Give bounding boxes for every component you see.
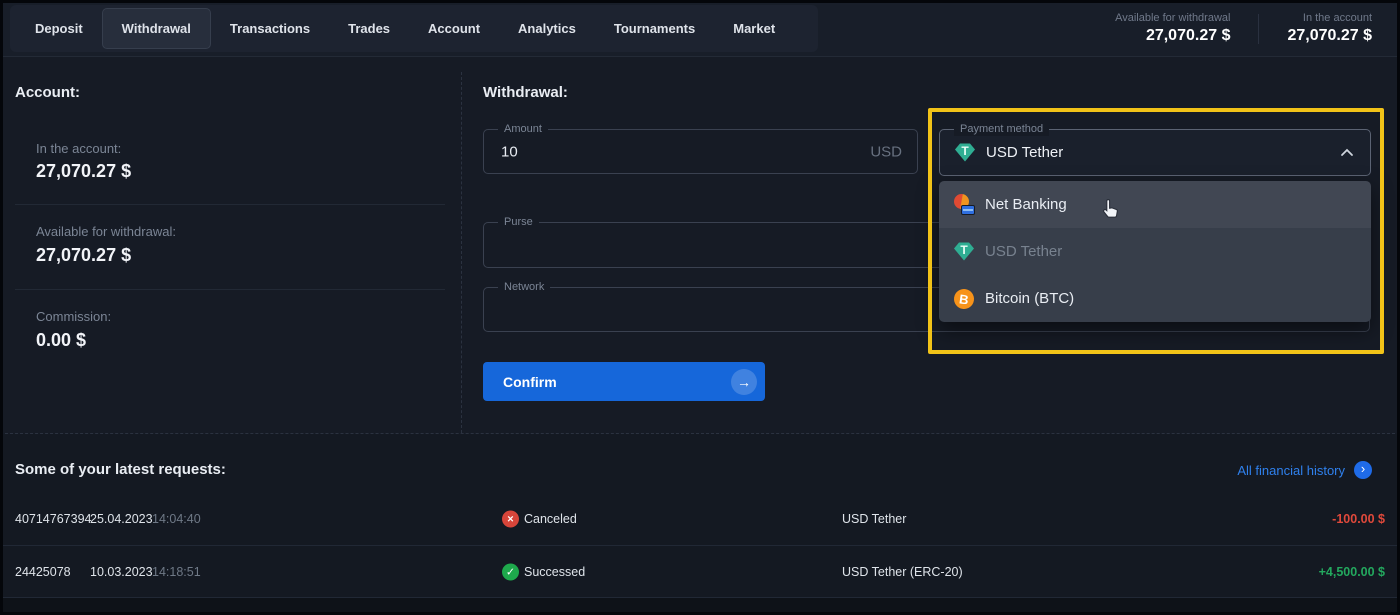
- history-section-title: Some of your latest requests:: [15, 461, 226, 478]
- summary-divider: [1258, 14, 1259, 44]
- payment-method-selected-value: USD Tether: [986, 144, 1063, 161]
- request-id: 24425078: [15, 565, 71, 579]
- request-id: 40714767394: [15, 512, 91, 526]
- request-date: 10.03.2023: [90, 565, 153, 579]
- tab-account[interactable]: Account: [409, 8, 499, 49]
- payment-method-cell: USD Tether: [842, 512, 906, 526]
- account-divider: [15, 204, 445, 205]
- all-financial-history-label: All financial history: [1237, 463, 1345, 478]
- tab-market[interactable]: Market: [714, 8, 794, 49]
- dropdown-option-bitcoin[interactable]: B Bitcoin (BTC): [939, 275, 1371, 322]
- chevron-up-icon[interactable]: [1340, 144, 1354, 162]
- tether-icon: T: [953, 241, 975, 263]
- tab-tournaments[interactable]: Tournaments: [595, 8, 714, 49]
- payment-method-cell: USD Tether (ERC-20): [842, 565, 963, 579]
- main-nav: Deposit Withdrawal Transactions Trades A…: [10, 5, 818, 52]
- amount-currency-label: USD: [870, 143, 902, 160]
- dropdown-option-label: Bitcoin (BTC): [985, 290, 1074, 307]
- amount-field[interactable]: Amount 10 USD: [483, 129, 918, 174]
- available-for-withdrawal-block: Available for withdrawal 27,070.27 $: [1115, 12, 1230, 45]
- dropdown-option-label: USD Tether: [985, 243, 1062, 260]
- purse-field-label: Purse: [498, 216, 539, 229]
- in-account-value: 27,070.27 $: [36, 161, 131, 182]
- bottom-strip: [0, 598, 1400, 615]
- canceled-status-icon: ×: [502, 511, 519, 528]
- available-label: Available for withdrawal:: [36, 224, 176, 239]
- dropdown-option-net-banking[interactable]: Net Banking: [939, 181, 1371, 228]
- confirm-button-label: Confirm: [503, 374, 557, 390]
- confirm-button[interactable]: Confirm →: [483, 362, 765, 401]
- amount-input-value[interactable]: 10: [501, 143, 518, 160]
- status-label: Canceled: [524, 512, 577, 526]
- success-status-icon: ✓: [502, 564, 519, 581]
- payment-method-dropdown: Net Banking T USD Tether B Bitcoin (BTC): [939, 181, 1371, 322]
- network-field-label: Network: [498, 281, 550, 294]
- account-section-title: Account:: [15, 84, 80, 101]
- available-for-withdrawal-value: 27,070.27 $: [1115, 27, 1230, 45]
- request-time: 14:18:51: [152, 565, 201, 579]
- history-row: 40714767394 25.04.2023 14:04:40 × Cancel…: [0, 493, 1400, 545]
- withdrawal-section-title: Withdrawal:: [483, 84, 568, 101]
- balance-summary: Available for withdrawal 27,070.27 $ In …: [1115, 0, 1372, 57]
- amount-cell: -100.00 $: [1332, 512, 1385, 526]
- arrow-right-icon: →: [731, 369, 757, 395]
- in-the-account-value: 27,070.27 $: [1287, 27, 1372, 45]
- in-account-label: In the account:: [36, 141, 121, 156]
- top-bar: Deposit Withdrawal Transactions Trades A…: [0, 0, 1400, 57]
- tab-withdrawal[interactable]: Withdrawal: [102, 8, 211, 49]
- request-date: 25.04.2023: [90, 512, 153, 526]
- vertical-divider: [461, 72, 462, 433]
- dropdown-option-usd-tether[interactable]: T USD Tether: [939, 228, 1371, 275]
- status-label: Successed: [524, 565, 585, 579]
- amount-cell: +4,500.00 $: [1319, 565, 1385, 579]
- commission-value: 0.00 $: [36, 330, 86, 351]
- tab-deposit[interactable]: Deposit: [16, 8, 102, 49]
- chevron-right-icon: ›: [1354, 461, 1372, 479]
- net-banking-icon: [953, 194, 975, 216]
- in-the-account-block: In the account 27,070.27 $: [1287, 12, 1372, 45]
- request-time: 14:04:40: [152, 512, 201, 526]
- commission-label: Commission:: [36, 309, 111, 324]
- withdrawal-page: Deposit Withdrawal Transactions Trades A…: [0, 0, 1400, 615]
- all-financial-history-link[interactable]: All financial history ›: [1237, 461, 1372, 479]
- amount-field-label: Amount: [498, 123, 548, 136]
- dropdown-option-label: Net Banking: [985, 196, 1067, 213]
- tab-trades[interactable]: Trades: [329, 8, 409, 49]
- history-row: 24425078 10.03.2023 14:18:51 ✓ Successed…: [0, 546, 1400, 598]
- tab-analytics[interactable]: Analytics: [499, 8, 595, 49]
- available-value: 27,070.27 $: [36, 245, 131, 266]
- tether-icon: T: [954, 142, 976, 164]
- in-the-account-label: In the account: [1287, 12, 1372, 24]
- tab-transactions[interactable]: Transactions: [211, 8, 329, 49]
- available-for-withdrawal-label: Available for withdrawal: [1115, 12, 1230, 24]
- payment-method-select[interactable]: Payment method T USD Tether: [939, 129, 1371, 176]
- account-divider: [15, 289, 445, 290]
- bitcoin-icon: B: [953, 288, 975, 310]
